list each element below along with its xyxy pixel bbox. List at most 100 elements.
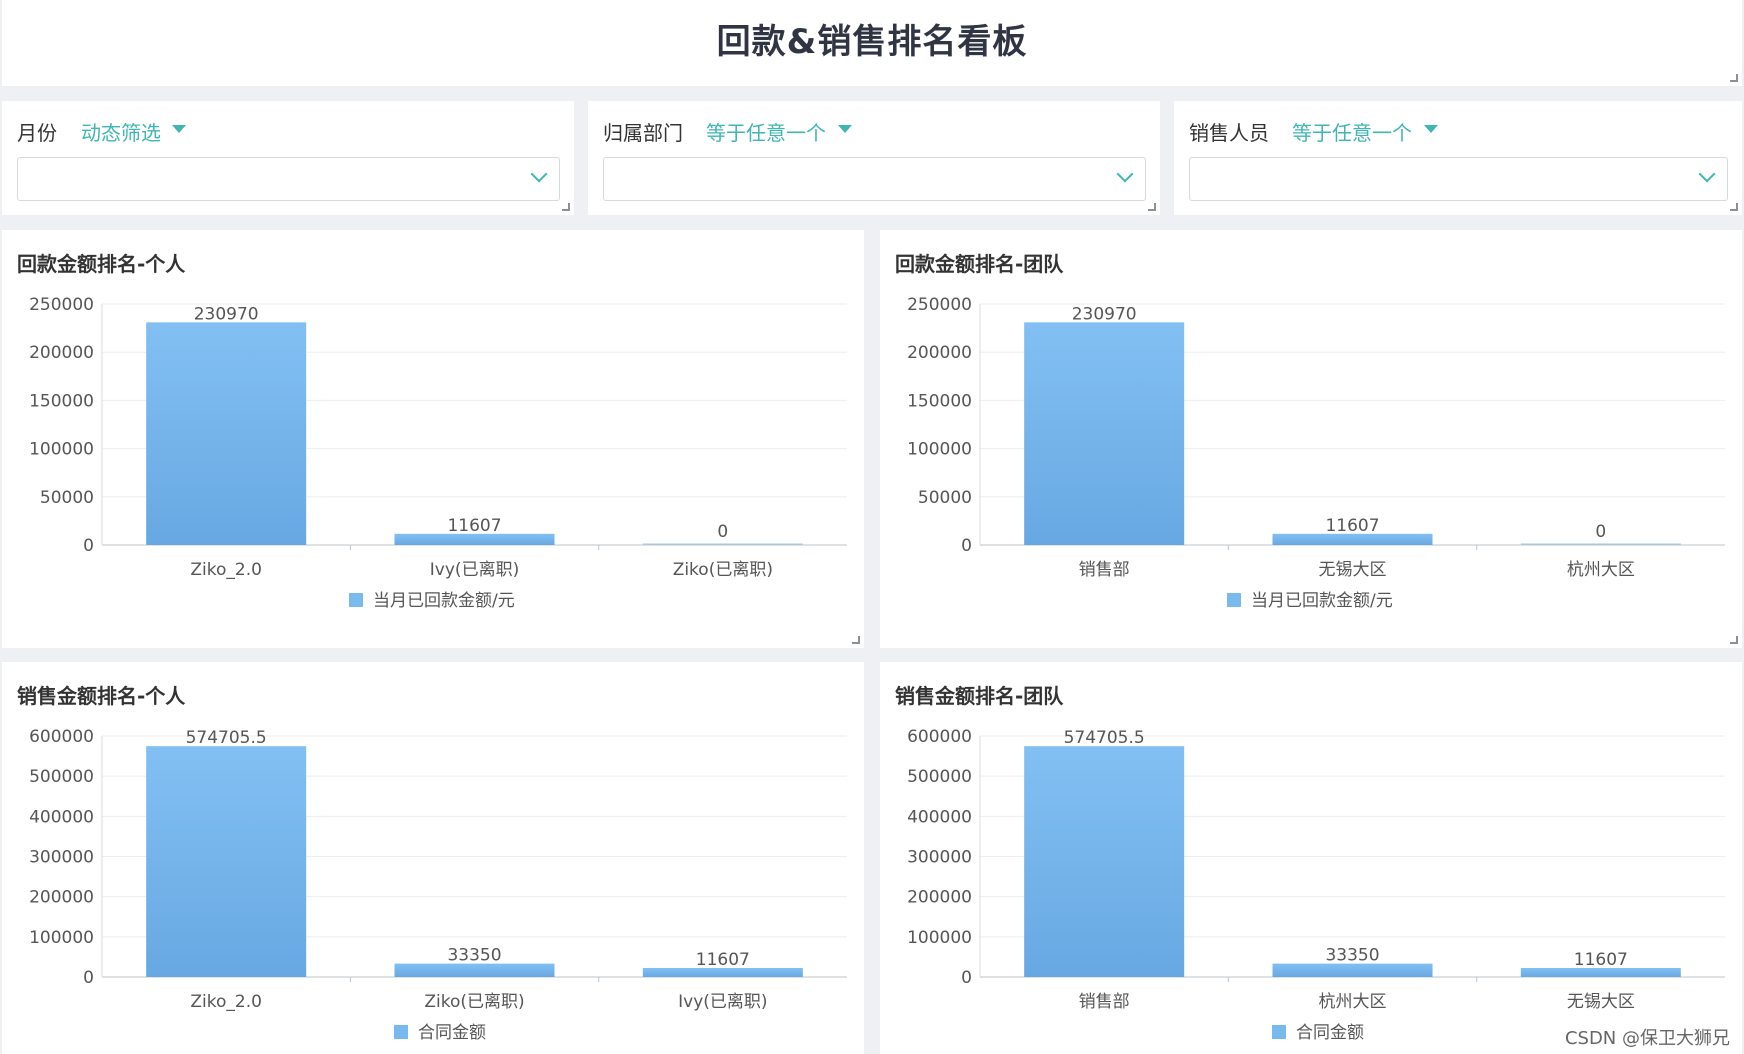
data-label: 230970 [1072,304,1137,324]
caret-down-icon[interactable] [1424,125,1438,133]
legend-swatch [394,1025,408,1039]
y-tick-label: 0 [83,968,94,988]
resize-handle-icon[interactable] [1730,636,1738,644]
data-label: 33350 [447,946,501,966]
x-tick-label: 销售部 [1079,560,1130,580]
legend-label: 合同金额 [418,1023,486,1043]
legend-swatch [1227,593,1241,607]
legend-label: 当月已回款金额/元 [1251,591,1393,611]
y-tick-label: 100000 [907,928,972,948]
watermark: CSDN @保卫大狮兄 [1564,1028,1730,1049]
bar [1024,746,1185,977]
filter-label: 归属部门 [603,121,683,145]
caret-down-icon[interactable] [172,125,186,133]
data-label: 33350 [1325,946,1379,966]
y-tick-label: 200000 [907,888,972,908]
chart-title: 回款金额排名-团队 [895,252,1064,276]
filter-select[interactable] [603,157,1146,201]
y-tick-label: 100000 [907,440,972,460]
y-tick-label: 0 [961,536,972,556]
bar [1272,963,1433,977]
bar [146,322,307,545]
legend-swatch [349,593,363,607]
y-tick-label: 150000 [29,391,94,411]
y-tick-label: 300000 [907,848,972,868]
legend-swatch [1272,1025,1286,1039]
data-label: 11607 [1574,950,1628,970]
y-tick-label: 150000 [907,391,972,411]
resize-handle-icon[interactable] [852,636,860,644]
filter-select[interactable] [17,157,560,201]
chart-title: 销售金额排名-团队 [895,684,1064,708]
dashboard-title: 回款&销售排名看板 [716,22,1028,62]
data-label: 230970 [194,304,259,324]
filter-month: 月份 动态筛选 [2,101,574,215]
filter-mode-dropdown[interactable]: 等于任意一个 [1292,117,1412,146]
bar-chart: 0 100000 200000 300000 400000 500000 600000 574… [29,727,847,1043]
y-tick-label: 250000 [907,295,972,315]
y-tick-label: 400000 [29,807,94,827]
y-tick-label: 400000 [907,807,972,827]
y-tick-label: 100000 [29,928,94,948]
filter-label: 月份 [17,121,57,145]
resize-handle-icon[interactable] [562,203,570,211]
x-tick-label: Ziko(已离职) [424,992,524,1012]
y-tick-label: 50000 [40,488,94,508]
y-tick-label: 500000 [29,767,94,787]
chart-panel-payment-individual: 0 50000 100000 150000 200000 250000 230970 Ziko… [2,230,864,648]
x-tick-label: Ivy(已离职) [430,560,519,580]
bar [394,963,555,977]
bar [1024,322,1185,545]
resize-handle-icon[interactable] [1730,74,1738,82]
data-label: 11607 [696,950,750,970]
chart-title: 销售金额排名-个人 [17,684,186,708]
x-tick-label: Ivy(已离职) [678,992,767,1012]
y-tick-label: 300000 [29,848,94,868]
bar [146,746,307,977]
filter-mode-dropdown[interactable]: 动态筛选 [81,117,161,146]
x-tick-label: Ziko_2.0 [190,560,262,580]
filter-select[interactable] [1189,157,1728,201]
chart-title: 回款金额排名-个人 [17,252,186,276]
bar-chart: 0 50000 100000 150000 200000 250000 230970 销售部 1… [907,295,1725,611]
bar-chart: 0 100000 200000 300000 400000 500000 600000 574… [907,727,1725,1043]
x-tick-label: 杭州大区 [1319,992,1387,1012]
x-tick-label: Ziko_2.0 [190,992,262,1012]
data-label: 574705.5 [186,728,267,748]
y-tick-label: 250000 [29,295,94,315]
data-label: 0 [1595,522,1606,542]
title-panel: 回款&销售排名看板 [2,0,1742,86]
x-tick-label: Ziko(已离职) [673,560,773,580]
caret-down-icon[interactable] [838,125,852,133]
legend-label: 当月已回款金额/元 [373,591,515,611]
data-label: 0 [717,522,728,542]
y-tick-label: 200000 [29,343,94,363]
y-tick-label: 600000 [907,727,972,747]
x-tick-label: 杭州大区 [1567,560,1635,580]
y-tick-label: 200000 [907,343,972,363]
filter-label: 销售人员 [1189,121,1269,145]
x-tick-label: 销售部 [1079,992,1130,1012]
filter-mode-dropdown[interactable]: 等于任意一个 [706,117,826,146]
y-tick-label: 600000 [29,727,94,747]
y-tick-label: 100000 [29,440,94,460]
chart-panel-payment-team: 0 50000 100000 150000 200000 250000 230970 销售部 1… [880,230,1742,648]
data-label: 11607 [1325,516,1379,536]
chart-panel-sales-team: 0 100000 200000 300000 400000 500000 600000 574… [880,662,1742,1054]
chevron-down-icon[interactable] [530,165,548,183]
chevron-down-icon[interactable] [1698,165,1716,183]
y-tick-label: 500000 [907,767,972,787]
resize-handle-icon[interactable] [1730,203,1738,211]
x-tick-label: 无锡大区 [1319,560,1387,580]
filter-salesperson: 销售人员 等于任意一个 [1174,101,1742,215]
y-tick-label: 50000 [918,488,972,508]
data-label: 574705.5 [1064,728,1145,748]
chart-panel-sales-individual: 0 100000 200000 300000 400000 500000 600000 574… [2,662,864,1054]
resize-handle-icon[interactable] [1148,203,1156,211]
legend-label: 合同金额 [1296,1023,1364,1043]
chevron-down-icon[interactable] [1116,165,1134,183]
data-label: 11607 [447,516,501,536]
bar-chart: 0 50000 100000 150000 200000 250000 230970 Ziko… [29,295,847,611]
x-tick-label: 无锡大区 [1567,992,1635,1012]
y-tick-label: 0 [961,968,972,988]
